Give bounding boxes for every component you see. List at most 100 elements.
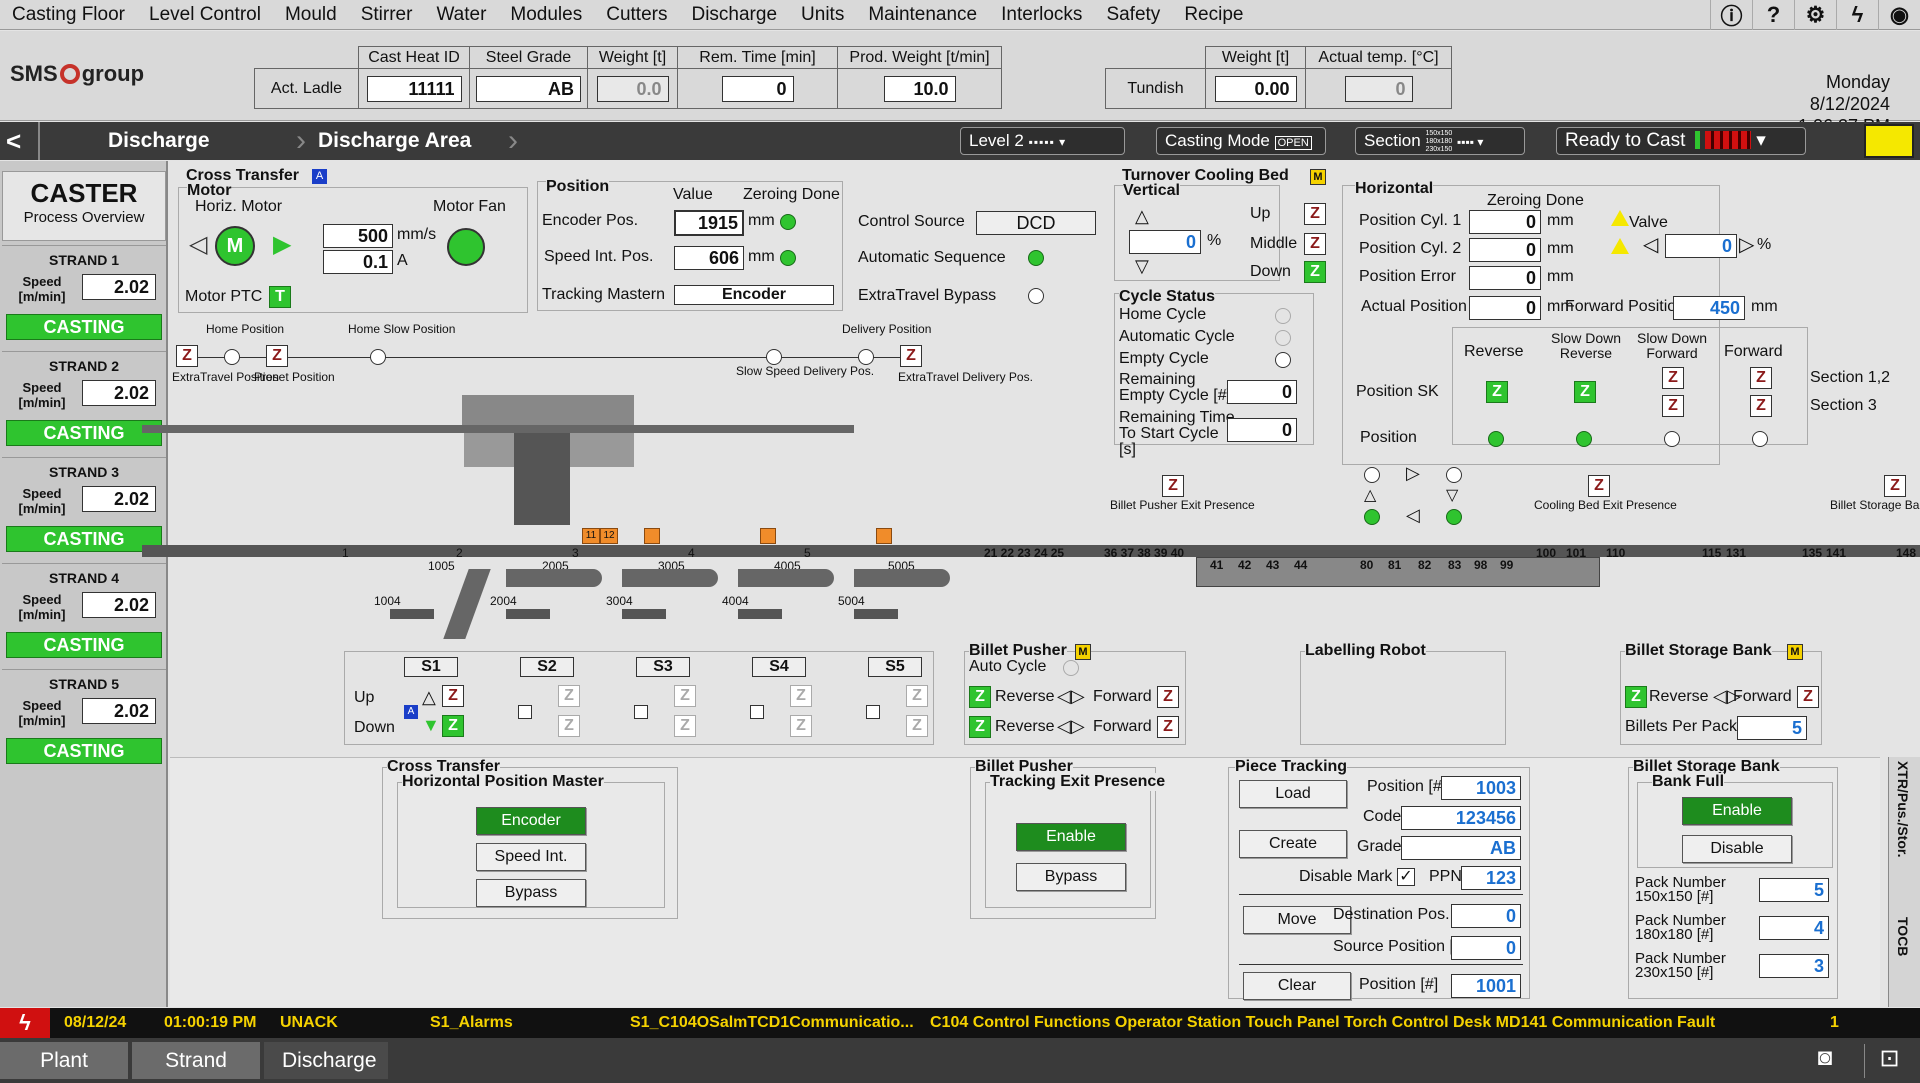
tab-discharge[interactable]: Discharge bbox=[264, 1042, 388, 1079]
lightning-icon[interactable]: ϟ bbox=[1836, 0, 1878, 30]
strand-panel-2[interactable]: STRAND 2 Speed [m/min] 2.02 CASTING bbox=[2, 351, 166, 455]
gear-icon[interactable]: ⚙ bbox=[1794, 0, 1836, 30]
bank-disable-button[interactable]: Disable bbox=[1682, 835, 1792, 863]
info-icon[interactable]: ⓘ bbox=[1710, 0, 1752, 30]
menu-level-control[interactable]: Level Control bbox=[137, 1, 273, 29]
pusher-exit-z[interactable]: Z bbox=[1162, 475, 1184, 497]
storage-full-z[interactable]: Z bbox=[1884, 475, 1906, 497]
s3-up-z[interactable]: Z bbox=[674, 685, 696, 707]
menu-discharge[interactable]: Discharge bbox=[679, 1, 789, 29]
s5-checkbox[interactable] bbox=[866, 705, 880, 719]
menu-water[interactable]: Water bbox=[424, 1, 498, 29]
middle-z[interactable]: Z bbox=[1304, 233, 1326, 255]
storage-fwd-z[interactable]: Z bbox=[1797, 686, 1819, 708]
sk-forward-z1[interactable]: Z bbox=[1750, 367, 1772, 389]
motor-right-arrow-icon[interactable]: ▶ bbox=[273, 230, 291, 259]
section-selector[interactable]: Section 150x150 180x180 230x150 ▪▪▪▪ ▾ bbox=[1355, 127, 1525, 155]
s2-down-z[interactable]: Z bbox=[558, 715, 580, 737]
s4-checkbox[interactable] bbox=[750, 705, 764, 719]
clear-button[interactable]: Clear bbox=[1243, 972, 1351, 1000]
stopper-s4[interactable]: S4 bbox=[752, 657, 806, 677]
s4-down-z[interactable]: Z bbox=[790, 715, 812, 737]
side-tab-xtr[interactable]: XTR/Pus./Stor. bbox=[1895, 761, 1911, 891]
storage-rev-z[interactable]: Z bbox=[1625, 686, 1647, 708]
s3-checkbox[interactable] bbox=[634, 705, 648, 719]
back-arrow-icon[interactable]: < bbox=[6, 126, 21, 157]
breadcrumb-discharge[interactable]: Discharge bbox=[108, 122, 210, 160]
monitor-icon[interactable] bbox=[1864, 124, 1914, 158]
pusher-rev-z2[interactable]: Z bbox=[969, 716, 991, 738]
pusher-rev-z1[interactable]: Z bbox=[969, 686, 991, 708]
menu-cutters[interactable]: Cutters bbox=[594, 1, 679, 29]
stopper-s5[interactable]: S5 bbox=[868, 657, 922, 677]
down-z[interactable]: Z bbox=[1304, 261, 1326, 283]
speed-int-button[interactable]: Speed Int. bbox=[476, 843, 586, 871]
level-selector[interactable]: Level 2 ▪▪▪▪▪ ▾ bbox=[960, 127, 1125, 155]
vertical-up-icon[interactable]: △ bbox=[1135, 206, 1149, 227]
menu-interlocks[interactable]: Interlocks bbox=[989, 1, 1094, 29]
disable-mark-checkbox[interactable]: ✓ bbox=[1397, 868, 1415, 886]
dir-right-icon[interactable]: ▷ bbox=[1406, 463, 1420, 484]
dir-left-icon[interactable]: ◁ bbox=[1406, 505, 1420, 526]
pusher-fwd-z2[interactable]: Z bbox=[1157, 716, 1179, 738]
dir-down-icon[interactable]: ▽ bbox=[1446, 485, 1458, 505]
s4-up-z[interactable]: Z bbox=[790, 685, 812, 707]
menu-casting-floor[interactable]: Casting Floor bbox=[0, 1, 137, 29]
s5-up-z[interactable]: Z bbox=[906, 685, 928, 707]
side-tab-tocb[interactable]: TOCB bbox=[1895, 917, 1911, 997]
dir-up-icon[interactable]: △ bbox=[1364, 485, 1376, 505]
menu-maintenance[interactable]: Maintenance bbox=[856, 1, 989, 29]
menu-mould[interactable]: Mould bbox=[273, 1, 349, 29]
menu-stirrer[interactable]: Stirrer bbox=[349, 1, 425, 29]
menu-safety[interactable]: Safety bbox=[1094, 1, 1172, 29]
s1-down-z[interactable]: Z bbox=[442, 715, 464, 737]
s5-down-z[interactable]: Z bbox=[906, 715, 928, 737]
bp-bypass-button[interactable]: Bypass bbox=[1016, 863, 1126, 891]
menu-modules[interactable]: Modules bbox=[498, 1, 594, 29]
eye-icon[interactable]: ◉ bbox=[1878, 0, 1920, 30]
pusher-dir-icon[interactable]: ◁▷ bbox=[1057, 686, 1085, 707]
vertical-down-icon[interactable]: ▽ bbox=[1135, 256, 1149, 277]
alarm-bar[interactable]: ϟ 08/12/24 01:00:19 PM UNACK S1_Alarms S… bbox=[0, 1008, 1920, 1038]
create-button[interactable]: Create bbox=[1239, 830, 1347, 858]
valve-right-icon[interactable]: ▷ bbox=[1739, 232, 1754, 257]
s1-down-icon[interactable]: ▼ bbox=[422, 715, 440, 736]
motor-left-arrow-icon[interactable]: ◁ bbox=[189, 230, 207, 259]
pusher-fwd-z1[interactable]: Z bbox=[1157, 686, 1179, 708]
sk-sd-forward-z2[interactable]: Z bbox=[1662, 395, 1684, 417]
extra-travel-left-z[interactable]: Z bbox=[176, 345, 198, 367]
horiz-motor-icon[interactable]: M bbox=[215, 226, 255, 266]
cooling-exit-z[interactable]: Z bbox=[1588, 475, 1610, 497]
bp-enable-button[interactable]: Enable bbox=[1016, 823, 1126, 851]
ready-to-cast-selector[interactable]: Ready to Cast ▾ bbox=[1556, 127, 1806, 155]
up-z[interactable]: Z bbox=[1304, 203, 1326, 225]
s1-up-icon[interactable]: △ bbox=[422, 687, 436, 708]
sk-sd-reverse-z[interactable]: Z bbox=[1574, 381, 1596, 403]
encoder-button[interactable]: Encoder bbox=[476, 807, 586, 835]
valve-left-icon[interactable]: ◁ bbox=[1643, 232, 1658, 257]
alarm-lightning-icon[interactable]: ϟ bbox=[0, 1008, 50, 1038]
stopper-s1[interactable]: S1 bbox=[404, 657, 458, 677]
s2-up-z[interactable]: Z bbox=[558, 685, 580, 707]
caster-header[interactable]: CASTER Process Overview bbox=[2, 171, 166, 241]
sk-forward-z2[interactable]: Z bbox=[1750, 395, 1772, 417]
help-icon[interactable]: ? bbox=[1752, 0, 1794, 30]
screenshot-icon[interactable]: ⊡ bbox=[1864, 1044, 1914, 1078]
tab-plant[interactable]: Plant bbox=[0, 1042, 128, 1079]
load-button[interactable]: Load bbox=[1239, 780, 1347, 808]
pusher-dir-icon-2[interactable]: ◁▷ bbox=[1057, 716, 1085, 737]
s3-down-z[interactable]: Z bbox=[674, 715, 696, 737]
strand-panel-1[interactable]: STRAND 1 Speed [m/min] 2.02 CASTING bbox=[2, 245, 166, 349]
bank-enable-button[interactable]: Enable bbox=[1682, 797, 1792, 825]
camera-icon[interactable]: ◙ bbox=[1800, 1044, 1850, 1078]
menu-recipe[interactable]: Recipe bbox=[1172, 1, 1255, 29]
sk-sd-forward-z1[interactable]: Z bbox=[1662, 367, 1684, 389]
sk-reverse-z[interactable]: Z bbox=[1486, 381, 1508, 403]
menu-units[interactable]: Units bbox=[789, 1, 856, 29]
tab-strand[interactable]: Strand bbox=[132, 1042, 260, 1079]
casting-mode-selector[interactable]: Casting Mode OPEN ▾ bbox=[1156, 127, 1326, 178]
strand-panel-5[interactable]: STRAND 5 Speed [m/min] 2.02 CASTING bbox=[2, 669, 166, 773]
strand-panel-4[interactable]: STRAND 4 Speed [m/min] 2.02 CASTING bbox=[2, 563, 166, 667]
extra-travel-right-z[interactable]: Z bbox=[900, 345, 922, 367]
preset-position-z[interactable]: Z bbox=[266, 345, 288, 367]
